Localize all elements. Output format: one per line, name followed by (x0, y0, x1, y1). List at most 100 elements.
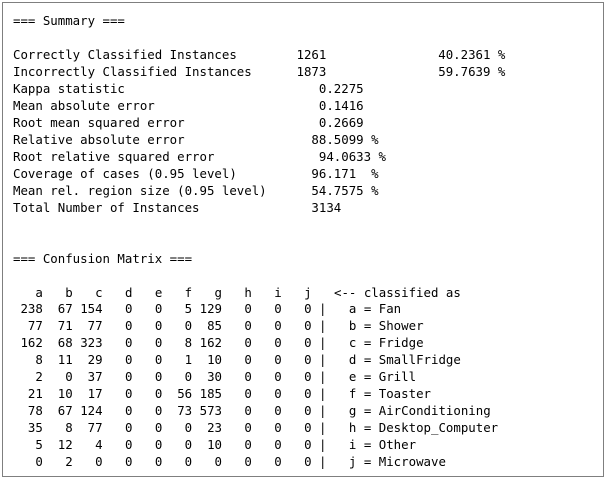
correct-pct: 40.2361 % (438, 46, 506, 62)
class-key: f (348, 386, 357, 402)
matrix-cell: 5 (20, 437, 43, 453)
matrix-cell: 185 (199, 386, 223, 402)
class-name: Shower (378, 318, 424, 334)
matrix-cell: 0 (139, 352, 163, 368)
matrix-cell: 0 (20, 454, 43, 470)
matrix-cell: 68 (50, 335, 73, 351)
matrix-cell: 573 (199, 403, 223, 419)
matrix-cell: 0 (259, 437, 282, 453)
mae-label: Mean absolute error (13, 97, 155, 113)
matrix-cell: 2 (50, 454, 73, 470)
matrix-cell: 124 (80, 403, 103, 419)
class-key: i (348, 437, 357, 453)
matrix-cell: 154 (80, 301, 103, 317)
matrix-cell: 0 (110, 454, 133, 470)
matrix-cell: 0 (169, 369, 193, 385)
rae-label: Relative absolute error (13, 131, 185, 147)
matrix-header-row: a b c d e f g h i j <-- classified as (13, 284, 460, 300)
matrix-cell: 8 (169, 335, 193, 351)
class-name: Fridge (378, 335, 424, 351)
incorrect-label: Incorrectly Classified Instances (13, 63, 252, 79)
matrix-cell: 0 (169, 318, 193, 334)
rrse-label: Root relative squared error (13, 148, 215, 164)
matrix-cell: 10 (199, 437, 223, 453)
class-name: Desktop_Computer (378, 420, 499, 436)
matrix-cell: 11 (50, 352, 73, 368)
class-key: a (348, 301, 357, 317)
matrix-cell: 0 (289, 301, 312, 317)
matrix-cell: 0 (169, 420, 193, 436)
class-name: SmallFridge (378, 352, 461, 368)
matrix-cell: 0 (289, 386, 312, 402)
matrix-cell: 0 (259, 352, 282, 368)
matrix-cell: 129 (199, 301, 223, 317)
matrix-cell: 8 (20, 352, 43, 368)
incorrect-pct: 59.7639 % (438, 63, 506, 79)
matrix-cell: 0 (229, 420, 252, 436)
matrix-cell: 77 (20, 318, 43, 334)
matrix-cell: 73 (169, 403, 193, 419)
matrix-cell: 71 (50, 318, 73, 334)
matrix-cell: 2 (20, 369, 43, 385)
matrix-cell: 23 (199, 420, 223, 436)
matrix-cell: 0 (229, 386, 252, 402)
matrix-cell: 5 (169, 301, 193, 317)
class-key: c (348, 335, 357, 351)
class-name: Other (378, 437, 417, 453)
matrix-cell: 29 (80, 352, 103, 368)
matrix-row: 162 68 323 0 0 8 162 0 0 0 | c = Fridge (20, 335, 424, 351)
coverage-value: 96.171 % (311, 165, 379, 181)
matrix-column-header: j (289, 284, 312, 300)
matrix-cell: 0 (139, 386, 163, 402)
class-name: Toaster (378, 386, 431, 402)
rrse-value: 94.0633 % (318, 148, 386, 164)
matrix-cell: 37 (80, 369, 103, 385)
classifier-output-text: === Summary === Correctly Classified Ins… (13, 13, 505, 471)
matrix-row: 5 12 4 0 0 0 10 0 0 0 | i = Other (20, 437, 417, 453)
matrix-cell: 162 (199, 335, 223, 351)
matrix-cell: 77 (80, 420, 103, 436)
matrix-cell: 0 (110, 352, 133, 368)
matrix-cell: 0 (139, 318, 163, 334)
class-name: Grill (378, 369, 417, 385)
matrix-cell: 0 (110, 335, 133, 351)
matrix-cell: 0 (169, 454, 193, 470)
region-size-value: 54.7575 % (311, 182, 379, 198)
matrix-row: 21 10 17 0 0 56 185 0 0 0 | f = Toaster (20, 386, 431, 402)
matrix-cell: 67 (50, 403, 73, 419)
summary-header: === Summary === (13, 13, 125, 28)
matrix-cell: 0 (289, 403, 312, 419)
total-label: Total Number of Instances (13, 199, 200, 215)
mae-value: 0.1416 (318, 97, 364, 113)
confusion-matrix-header: === Confusion Matrix === (13, 250, 193, 266)
matrix-cell: 0 (259, 369, 282, 385)
matrix-cell: 0 (289, 454, 312, 470)
confusion-matrix-table: a b c d e f g h i j <-- classified as 23… (13, 285, 498, 470)
matrix-cell: 0 (259, 386, 282, 402)
matrix-cell: 0 (229, 454, 252, 470)
class-key: d (348, 352, 357, 368)
matrix-cell: 35 (20, 420, 43, 436)
class-name: AirConditioning (378, 403, 491, 419)
matrix-cell: 0 (199, 454, 223, 470)
matrix-cell: 0 (259, 454, 282, 470)
region-size-label: Mean rel. region size (0.95 level) (13, 182, 267, 198)
matrix-cell: 8 (50, 420, 73, 436)
kappa-label: Kappa statistic (13, 80, 125, 96)
classifier-output-panel: === Summary === Correctly Classified Ins… (2, 2, 604, 477)
matrix-cell: 0 (289, 420, 312, 436)
matrix-cell: 0 (229, 437, 252, 453)
coverage-label: Coverage of cases (0.95 level) (13, 165, 237, 181)
matrix-cell: 0 (259, 318, 282, 334)
matrix-cell: 78 (20, 403, 43, 419)
matrix-cell: 0 (229, 369, 252, 385)
rae-value: 88.5099 % (311, 131, 379, 147)
matrix-row: 238 67 154 0 0 5 129 0 0 0 | a = Fan (20, 301, 402, 317)
matrix-cell: 0 (139, 403, 163, 419)
matrix-cell: 0 (50, 369, 73, 385)
kappa-value: 0.2275 (318, 80, 364, 96)
matrix-column-header: b (50, 284, 73, 300)
matrix-row: 0 2 0 0 0 0 0 0 0 0 | j = Microwave (20, 454, 446, 470)
matrix-column-header: d (110, 284, 133, 300)
correct-label: Correctly Classified Instances (13, 46, 237, 62)
